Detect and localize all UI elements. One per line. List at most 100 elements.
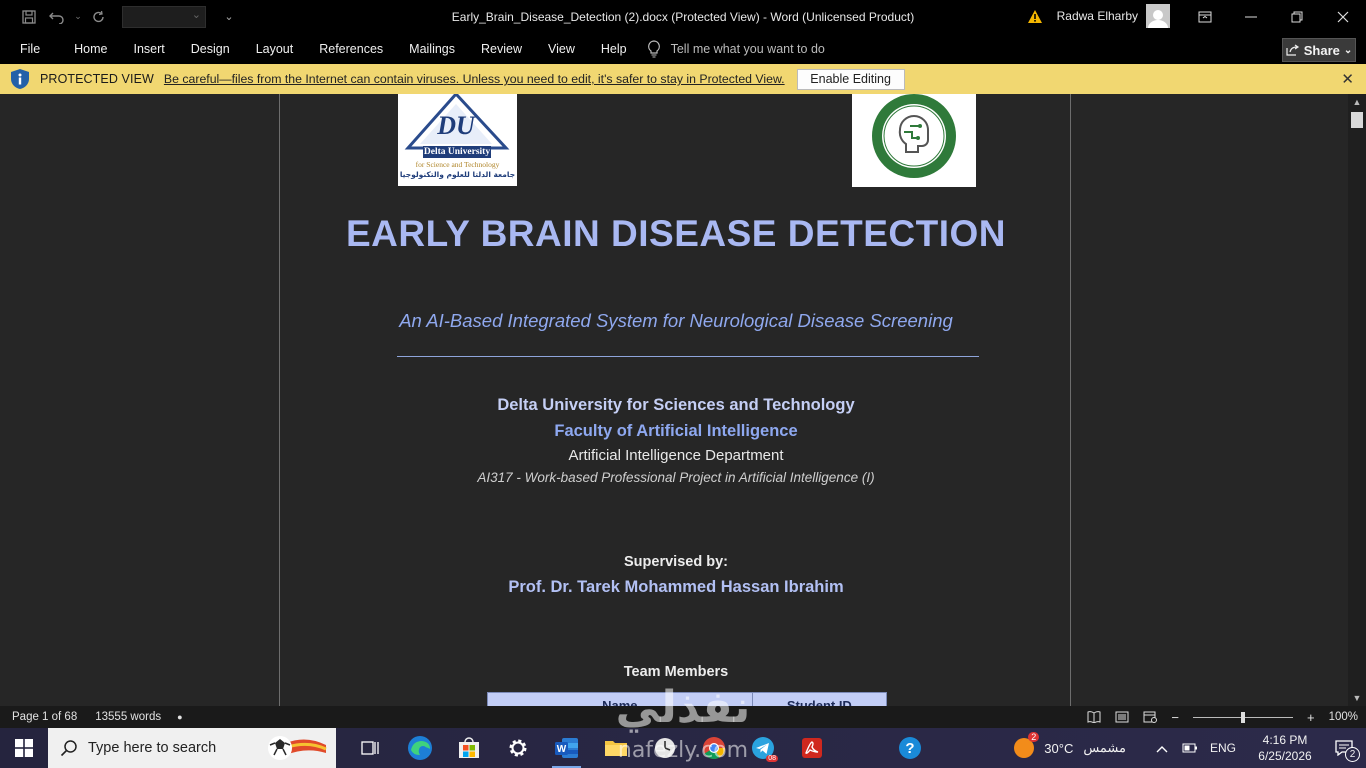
font-name-box[interactable]: [122, 5, 206, 28]
document-subtitle: An AI-Based Integrated System for Neurol…: [399, 310, 953, 331]
zoom-in-icon[interactable]: +: [1307, 710, 1315, 725]
user-name[interactable]: Radwa Elharby: [1057, 9, 1138, 23]
zoom-slider[interactable]: [1192, 711, 1293, 723]
tab-layout[interactable]: Layout: [256, 33, 294, 64]
weather-badge: 2: [1028, 732, 1040, 742]
minimize-icon[interactable]: [1228, 0, 1274, 33]
chrome-icon[interactable]: [689, 728, 738, 768]
zoom-out-icon[interactable]: −: [1171, 710, 1179, 725]
page-count[interactable]: Page 1 of 68: [12, 711, 77, 723]
divider: [397, 356, 979, 357]
restore-icon[interactable]: [1274, 0, 1320, 33]
vertical-scrollbar[interactable]: ▲ ▼: [1348, 94, 1366, 706]
file-explorer-icon[interactable]: [591, 728, 640, 768]
show-hidden-icons[interactable]: [1156, 741, 1168, 756]
settings-gear-icon[interactable]: [493, 728, 542, 768]
task-view-icon[interactable]: [346, 728, 395, 768]
ribbon-display-options-icon[interactable]: [1182, 0, 1228, 33]
close-icon[interactable]: [1320, 0, 1366, 33]
tab-design[interactable]: Design: [191, 33, 230, 64]
clock-date: 6/25/2026: [1258, 749, 1312, 763]
scrollbar-thumb[interactable]: [1351, 112, 1363, 128]
taskbar: Type here to search W 08 ? 2 30°C مشمس E…: [0, 728, 1366, 768]
undo-icon[interactable]: [46, 6, 68, 28]
search-icon: [60, 740, 77, 757]
warning-icon[interactable]: [1027, 9, 1043, 24]
weather-temp[interactable]: 30°C: [1044, 741, 1073, 756]
microsoft-store-icon[interactable]: [444, 728, 493, 768]
zoom-slider-thumb[interactable]: [1240, 711, 1245, 723]
share-button[interactable]: Share ⌄: [1282, 38, 1356, 62]
protected-view-title: PROTECTED VIEW: [40, 72, 154, 86]
edge-icon[interactable]: [395, 728, 444, 768]
supervised-by-label: Supervised by:: [624, 554, 728, 570]
svg-text:?: ?: [905, 740, 914, 757]
input-language[interactable]: ENG: [1210, 741, 1236, 755]
undo-dropdown-icon[interactable]: ⌄: [74, 6, 82, 28]
customize-qat-icon[interactable]: ⌄: [218, 6, 240, 28]
telegram-icon[interactable]: 08: [738, 728, 787, 768]
system-tray: 2 30°C مشمس ENG 4:16 PM 6/25/2026 2: [1012, 728, 1366, 768]
print-layout-icon[interactable]: [1115, 711, 1129, 723]
document-title: EARLY BRAIN DISEASE DETECTION: [345, 213, 1007, 254]
tab-help[interactable]: Help: [601, 33, 627, 64]
tell-me-placeholder: Tell me what you want to do: [670, 41, 825, 56]
ribbon-tabs: File Home Insert Design Layout Reference…: [0, 33, 1366, 64]
tab-mailings[interactable]: Mailings: [409, 33, 455, 64]
logo-left-arabic: جامعة الدلتا للعلوم والتكنولوجيا: [399, 170, 516, 179]
notification-center-icon[interactable]: 2: [1322, 728, 1366, 768]
share-icon: [1286, 44, 1299, 56]
word-count[interactable]: 13555 words: [95, 711, 161, 723]
weather-desc[interactable]: مشمس: [1083, 740, 1126, 756]
save-icon[interactable]: [18, 6, 40, 28]
user-area: Radwa Elharby: [1027, 4, 1170, 28]
document-page[interactable]: DU Delta University for Science and Tech…: [279, 94, 1071, 706]
enable-editing-button[interactable]: Enable Editing: [796, 68, 905, 90]
taskbar-search[interactable]: Type here to search: [48, 728, 336, 768]
clock-time: 4:16 PM: [1262, 733, 1308, 747]
clock[interactable]: 4:16 PM 6/25/2026: [1248, 732, 1322, 764]
supervisor-name: Prof. Dr. Tarek Mohammed Hassan Ibrahim: [508, 578, 844, 596]
help-icon[interactable]: ?: [885, 728, 934, 768]
close-message-icon[interactable]: ✕: [1341, 70, 1354, 88]
tab-home[interactable]: Home: [74, 33, 107, 64]
proofing-dot-icon[interactable]: ●: [177, 712, 182, 722]
scroll-down-icon[interactable]: ▼: [1348, 690, 1366, 706]
clock-app-icon[interactable]: [640, 728, 689, 768]
redo-icon[interactable]: [88, 6, 110, 28]
notification-count: 2: [1345, 747, 1360, 762]
tab-references[interactable]: References: [319, 33, 383, 64]
svg-text:W: W: [556, 744, 566, 755]
share-label: Share: [1303, 42, 1340, 58]
windows-start-icon[interactable]: [0, 728, 48, 768]
battery-icon[interactable]: [1182, 741, 1198, 756]
acrobat-icon[interactable]: [787, 728, 836, 768]
chevron-down-icon: ⌄: [1343, 44, 1353, 56]
tab-file[interactable]: File: [20, 33, 40, 64]
word-app-icon[interactable]: W: [542, 728, 591, 768]
taskbar-apps: W 08 ?: [346, 728, 934, 768]
avatar[interactable]: [1146, 4, 1170, 28]
tab-insert[interactable]: Insert: [134, 33, 165, 64]
tell-me-search[interactable]: Tell me what you want to do: [647, 39, 825, 58]
status-bar: Page 1 of 68 13555 words ● − + 100%: [0, 706, 1366, 728]
zoom-level[interactable]: 100%: [1329, 711, 1358, 723]
faculty-name: Faculty of Artificial Intelligence: [554, 422, 798, 440]
team-members-label: Team Members: [623, 664, 729, 680]
document-area[interactable]: DU Delta University for Science and Tech…: [0, 94, 1348, 706]
team-table-header: Name Student ID: [487, 692, 887, 706]
table-header-student-id: Student ID: [752, 693, 886, 706]
weather-sun-icon[interactable]: 2: [1012, 732, 1040, 760]
read-mode-icon[interactable]: [1087, 711, 1101, 723]
tab-review[interactable]: Review: [481, 33, 522, 64]
tab-view[interactable]: View: [548, 33, 575, 64]
web-layout-icon[interactable]: [1143, 711, 1158, 723]
course-name: AI317 - Work-based Professional Project …: [477, 470, 875, 485]
search-highlight-icon: [268, 736, 327, 760]
scroll-up-icon[interactable]: ▲: [1348, 94, 1366, 110]
quick-access-toolbar: ⌄ ⌄: [0, 0, 240, 33]
delta-university-logo: DU Delta University for Science and Tech…: [398, 94, 517, 186]
protected-view-message[interactable]: Be careful—files from the Internet can c…: [164, 72, 785, 86]
university-name: Delta University for Sciences and Techno…: [497, 396, 855, 414]
search-placeholder: Type here to search: [88, 740, 217, 756]
